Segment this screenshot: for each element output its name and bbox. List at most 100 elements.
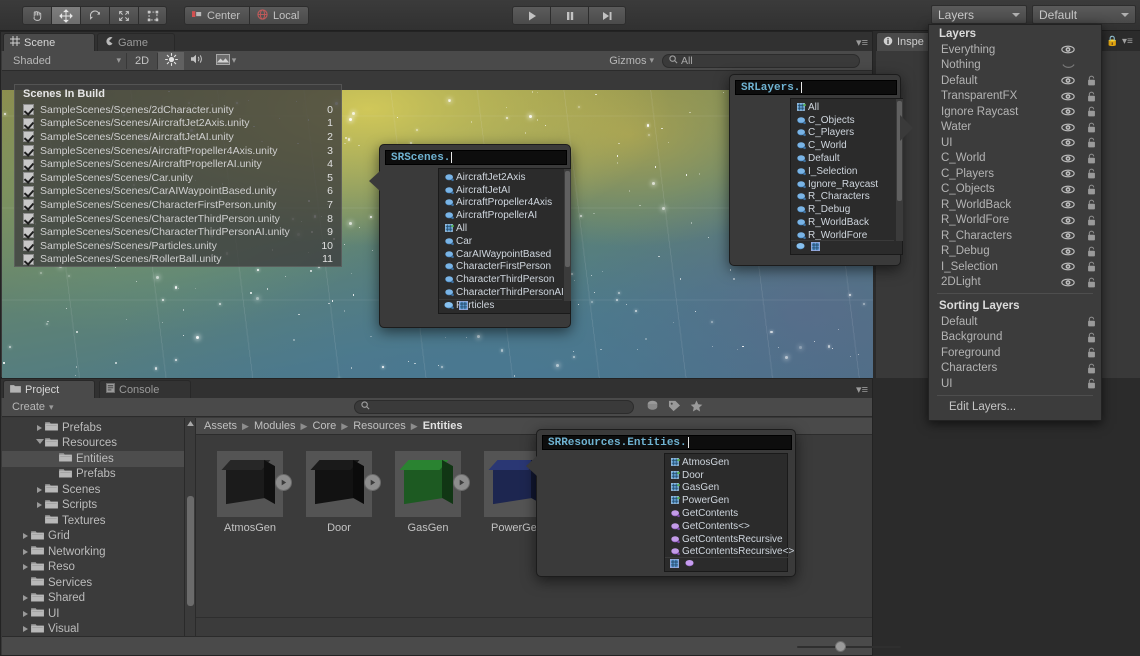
layers-menu-item[interactable]: Default [929,73,1101,89]
layers-menu-item[interactable]: C_Players [929,166,1101,182]
field-filter-icon[interactable] [670,558,679,571]
class-filter-icon[interactable] [796,242,805,254]
layers-menu-item[interactable]: Everything [929,42,1101,58]
tree-item[interactable]: Resources [2,436,195,452]
tree-item[interactable]: Networking [2,544,195,560]
autocomplete-item[interactable]: AtmosGen [665,456,787,469]
sorting-layer-item[interactable]: UI [929,376,1101,392]
autocomplete-item[interactable]: GetContentsRecursive [665,533,787,546]
visibility-eye-icon[interactable] [1055,262,1081,271]
srlayers-input[interactable]: SRLayers. [735,80,897,95]
tree-item[interactable]: Scenes [2,482,195,498]
scenes-in-build-row[interactable]: SampleScenes/Scenes/AircraftJet2Axis.uni… [15,117,341,131]
scene-enabled-checkbox[interactable] [23,213,34,225]
breadcrumb-item-3[interactable]: Resources [353,420,406,432]
zoom-slider-handle[interactable] [835,641,846,652]
step-button[interactable] [588,6,626,25]
lock-icon[interactable] [1081,246,1101,257]
tree-item[interactable]: Grid [2,529,195,545]
shading-mode-dropdown[interactable]: Shaded ▾ [8,52,126,69]
tree-item[interactable]: Reso [2,560,195,576]
asset-item[interactable]: GasGen [390,451,470,534]
project-tree[interactable]: Prefabs Resources Entities Prefabs Scenes Scr… [2,418,195,655]
scene-enabled-checkbox[interactable] [23,199,34,211]
asset-item[interactable]: Door [301,451,381,534]
autocomplete-item[interactable]: All [439,222,570,235]
layers-menu-item[interactable]: C_Objects [929,182,1101,198]
asset-preview-button[interactable] [453,474,470,491]
scenes-in-build-row[interactable]: SampleScenes/Scenes/AircraftPropellerAI.… [15,157,341,171]
scenes-in-build-row[interactable]: SampleScenes/Scenes/AircraftPropeller4Ax… [15,144,341,158]
chevron-down-icon[interactable] [34,439,45,447]
autocomplete-item[interactable]: PowerGen [665,494,787,507]
layout-dropdown[interactable]: Default [1032,5,1136,24]
project-search-input[interactable] [353,400,634,414]
lock-icon[interactable] [1081,137,1101,148]
create-dropdown[interactable]: Create ▾ [12,401,54,413]
project-panel-menu-icon[interactable]: ▾≡ [856,383,868,396]
scenes-in-build-row[interactable]: SampleScenes/Scenes/CharacterThirdPerson… [15,225,341,239]
autocomplete-item[interactable]: GasGen [665,482,787,495]
layers-dropdown[interactable]: Layers [931,5,1027,24]
scene-audio-button[interactable] [184,53,210,68]
tree-item[interactable]: Prefabs [2,420,195,436]
autocomplete-item[interactable]: Door [665,469,787,482]
breadcrumb-item-2[interactable]: Core [312,420,336,432]
tree-item[interactable]: UI [2,606,195,622]
asset-thumbnail[interactable] [395,451,470,517]
lock-icon[interactable] [1081,91,1101,102]
tab-game[interactable]: Game [97,33,175,51]
visibility-eye-icon[interactable] [1055,76,1081,85]
layers-menu-item[interactable]: Ignore Raycast [929,104,1101,120]
chevron-right-icon[interactable] [34,502,45,509]
tab-console[interactable]: Console [99,380,191,398]
tree-item[interactable]: Textures [2,513,195,529]
sorting-layer-item[interactable]: Characters [929,361,1101,377]
lock-icon[interactable] [1081,378,1101,389]
lock-icon[interactable] [1081,215,1101,226]
autocomplete-item[interactable]: CharacterFirstPerson [439,261,570,274]
chevron-right-icon[interactable] [34,424,45,431]
lock-icon[interactable] [1081,230,1101,241]
field-filter-icon[interactable] [811,241,820,254]
asset-preview-button[interactable] [275,474,292,491]
layers-menu-item[interactable]: 2DLight [929,275,1101,291]
autocomplete-item[interactable]: Car [439,235,570,248]
lock-icon[interactable] [1081,168,1101,179]
srscenes-input[interactable]: SRScenes. [385,150,567,165]
lock-icon[interactable] [1081,199,1101,210]
lock-icon[interactable] [1081,332,1101,343]
visibility-eye-icon[interactable] [1055,138,1081,147]
srresources-suggestion-list[interactable]: AtmosGen Door GasGen PowerGen GetContents Get… [664,453,794,572]
inspector-menu-icon[interactable]: ▾≡ [1122,36,1133,47]
scenes-in-build-row[interactable]: SampleScenes/Scenes/CharacterThirdPerson… [15,212,341,226]
chevron-right-icon[interactable] [20,533,31,540]
scene-enabled-checkbox[interactable] [23,131,34,143]
lock-icon[interactable] [1081,261,1101,272]
srresources-input[interactable]: SRResources.Entities. [542,435,792,450]
visibility-eye-icon[interactable] [1055,278,1081,287]
visibility-eye-icon[interactable] [1055,216,1081,225]
edit-layers-button[interactable]: Edit Layers... [929,399,1101,416]
layers-menu-item[interactable]: R_WorldBack [929,197,1101,213]
scene-effects-button[interactable]: ▾ [210,53,242,68]
visibility-eye-icon[interactable] [1055,154,1081,163]
autocomplete-item[interactable]: CharacterThirdPersonAI [439,286,570,299]
visibility-eye-icon[interactable] [1055,123,1081,132]
autocomplete-item[interactable]: CarAIWaypointBased [439,248,570,261]
autocomplete-item[interactable]: I_Selection [791,165,902,178]
tree-item[interactable]: Services [2,575,195,591]
toggle-2d-button[interactable]: 2D [127,55,157,67]
star-icon[interactable] [690,400,703,415]
scene-enabled-checkbox[interactable] [23,104,34,116]
autocomplete-item[interactable]: R_Debug [791,203,902,216]
lock-icon[interactable] [1081,184,1101,195]
chevron-right-icon[interactable] [34,486,45,493]
scene-enabled-checkbox[interactable] [23,117,34,129]
chevron-right-icon[interactable] [20,548,31,555]
scene-enabled-checkbox[interactable] [23,226,34,238]
visibility-eye-icon[interactable] [1055,61,1081,70]
visibility-eye-icon[interactable] [1055,169,1081,178]
label-icon[interactable] [668,400,681,415]
gizmos-dropdown[interactable]: Gizmos ▾ [609,55,654,67]
